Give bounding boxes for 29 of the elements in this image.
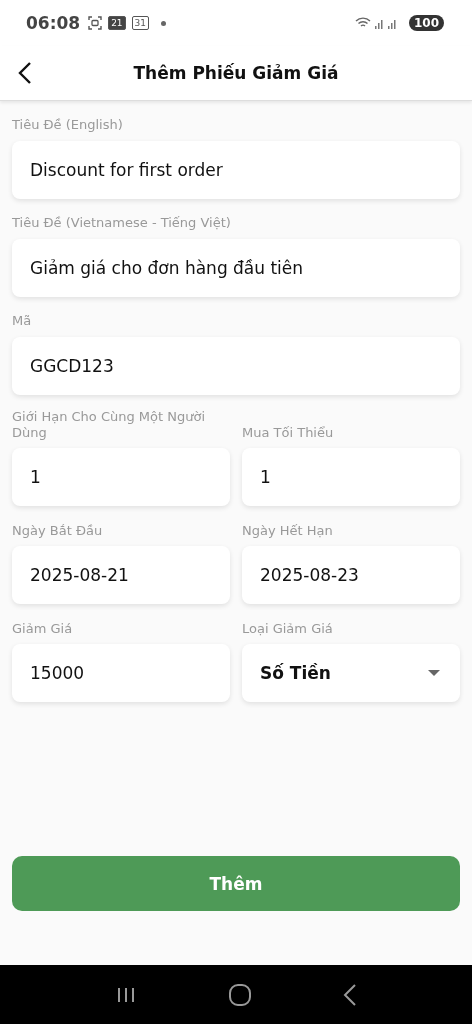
field-label: Mua Tối Thiểu (242, 423, 335, 441)
screenshot-icon (88, 16, 103, 30)
input-field[interactable]: 15000 (12, 644, 230, 703)
field-label: Ngày Hết Hạn (242, 521, 334, 539)
input-field[interactable]: 2025-08-21 (12, 546, 230, 605)
notification-dot (161, 20, 167, 26)
field-label: Giới Hạn Cho Cùng Một Người Dùng (12, 409, 207, 441)
input-field[interactable]: GGCD123 (12, 337, 460, 395)
dropdown-field[interactable]: Số Tiền (242, 644, 460, 703)
back-icon (18, 61, 32, 85)
field-label: Giảm Giá (12, 619, 74, 637)
input-field[interactable]: Giảm giá cho đơn hàng đầu tiên (12, 239, 460, 297)
input-field[interactable]: 1 (242, 448, 460, 507)
calendar-badge: 21 (108, 16, 126, 30)
home-icon[interactable] (228, 982, 252, 1007)
field-label: Tiêu Đề (Vietnamese - Tiếng Việt) (12, 214, 232, 231)
input-field[interactable]: Discount for first order (12, 141, 460, 199)
field-label: Ngày Bắt Đầu (12, 521, 104, 539)
input-field[interactable]: 1 (12, 448, 230, 507)
back-nav-icon[interactable] (342, 983, 357, 1006)
field-label: Loại Giảm Giá (242, 619, 334, 637)
status-time: 06:08 (26, 13, 81, 33)
field-label: Mã (12, 312, 33, 329)
dropdown-caret-icon (428, 670, 440, 677)
input-field[interactable]: 2025-08-23 (242, 546, 460, 605)
field-label: Tiêu Đề (English) (12, 116, 124, 133)
calendar-badge: 31 (131, 16, 150, 30)
battery-level: 100 (408, 15, 444, 31)
page-title: Thêm Phiếu Giảm Giá (133, 63, 339, 83)
